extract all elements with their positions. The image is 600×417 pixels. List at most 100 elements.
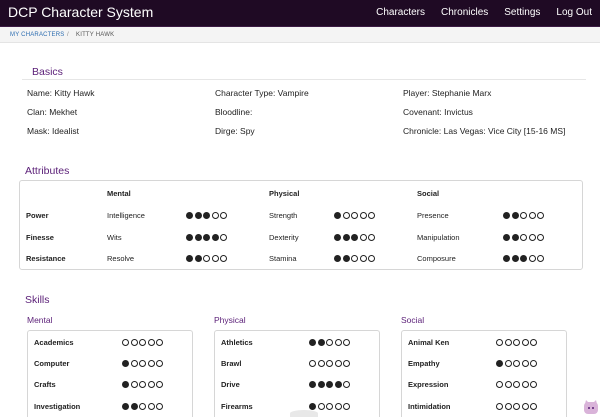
dot[interactable] <box>139 360 146 367</box>
dot[interactable] <box>496 403 503 410</box>
dot[interactable] <box>186 234 193 241</box>
dot[interactable] <box>343 381 350 388</box>
breadcrumb-my-characters[interactable]: MY CHARACTERS <box>10 32 65 38</box>
dot[interactable] <box>326 403 333 410</box>
dot[interactable] <box>496 360 503 367</box>
dot[interactable] <box>317 360 325 367</box>
dot[interactable] <box>513 360 520 367</box>
dot[interactable] <box>194 255 202 262</box>
dot[interactable] <box>359 255 367 262</box>
dot[interactable] <box>343 360 350 367</box>
attr-composure-dots[interactable] <box>503 255 544 262</box>
skill-athletics-dots[interactable] <box>309 339 350 346</box>
dot[interactable] <box>317 403 325 410</box>
dot[interactable] <box>122 381 129 388</box>
dot[interactable] <box>130 381 138 388</box>
dot[interactable] <box>504 403 512 410</box>
dot[interactable] <box>139 339 146 346</box>
dot[interactable] <box>496 339 503 346</box>
dot[interactable] <box>511 212 519 219</box>
dot[interactable] <box>511 255 519 262</box>
dot[interactable] <box>496 381 503 388</box>
dot[interactable] <box>351 234 358 241</box>
dot[interactable] <box>503 212 510 219</box>
dot[interactable] <box>504 381 512 388</box>
dot[interactable] <box>130 360 138 367</box>
skill-intimidation-dots[interactable] <box>496 403 537 410</box>
dot[interactable] <box>343 403 350 410</box>
dot[interactable] <box>537 255 544 262</box>
dot[interactable] <box>203 212 210 219</box>
skill-academics-dots[interactable] <box>122 339 163 346</box>
dot[interactable] <box>334 360 342 367</box>
dot[interactable] <box>130 403 138 410</box>
attr-resolve-dots[interactable] <box>186 255 227 262</box>
dot[interactable] <box>521 339 529 346</box>
dot[interactable] <box>156 403 163 410</box>
dot[interactable] <box>122 403 129 410</box>
skill-empathy-dots[interactable] <box>496 360 537 367</box>
attr-manipulation-dots[interactable] <box>503 234 544 241</box>
dot[interactable] <box>520 212 527 219</box>
dot[interactable] <box>211 212 219 219</box>
dot[interactable] <box>326 360 333 367</box>
dot[interactable] <box>351 255 358 262</box>
dot[interactable] <box>194 234 202 241</box>
dot[interactable] <box>351 212 358 219</box>
dot[interactable] <box>326 381 333 388</box>
dot[interactable] <box>147 403 155 410</box>
dot[interactable] <box>156 360 163 367</box>
dot[interactable] <box>342 212 350 219</box>
attr-dexterity-dots[interactable] <box>334 234 375 241</box>
dot[interactable] <box>513 381 520 388</box>
dot[interactable] <box>520 255 527 262</box>
dot[interactable] <box>343 339 350 346</box>
dot[interactable] <box>511 234 519 241</box>
dot[interactable] <box>521 360 529 367</box>
dot[interactable] <box>503 234 510 241</box>
dot[interactable] <box>186 212 193 219</box>
dot[interactable] <box>504 339 512 346</box>
dot[interactable] <box>334 403 342 410</box>
dot[interactable] <box>530 381 537 388</box>
dot[interactable] <box>309 403 316 410</box>
dot[interactable] <box>530 403 537 410</box>
dot[interactable] <box>530 360 537 367</box>
dot[interactable] <box>537 212 544 219</box>
dot[interactable] <box>368 255 375 262</box>
dot[interactable] <box>334 339 342 346</box>
dot[interactable] <box>359 234 367 241</box>
dot[interactable] <box>528 234 536 241</box>
dot[interactable] <box>334 255 341 262</box>
skill-firearms-dots[interactable] <box>309 403 350 410</box>
dot[interactable] <box>139 403 146 410</box>
nav-link-settings[interactable]: Settings <box>504 7 540 18</box>
skill-animal-ken-dots[interactable] <box>496 339 537 346</box>
dot[interactable] <box>513 339 520 346</box>
dot[interactable] <box>334 234 341 241</box>
attr-stamina-dots[interactable] <box>334 255 375 262</box>
nav-link-log-out[interactable]: Log Out <box>556 7 592 18</box>
skill-crafts-dots[interactable] <box>122 381 163 388</box>
dot[interactable] <box>520 234 527 241</box>
dot[interactable] <box>309 360 316 367</box>
dot[interactable] <box>147 339 155 346</box>
dot[interactable] <box>194 212 202 219</box>
dot[interactable] <box>147 381 155 388</box>
dot[interactable] <box>504 360 512 367</box>
skill-drive-dots[interactable] <box>309 381 350 388</box>
dot[interactable] <box>513 403 520 410</box>
dot[interactable] <box>503 255 510 262</box>
dot[interactable] <box>537 234 544 241</box>
skill-expression-dots[interactable] <box>496 381 537 388</box>
octocat-icon[interactable] <box>583 399 599 415</box>
dot[interactable] <box>220 212 227 219</box>
attr-intelligence-dots[interactable] <box>186 212 227 219</box>
skill-investigation-dots[interactable] <box>122 403 163 410</box>
attr-strength-dots[interactable] <box>334 212 375 219</box>
dot[interactable] <box>528 212 536 219</box>
dot[interactable] <box>309 381 316 388</box>
dot[interactable] <box>211 255 219 262</box>
dot[interactable] <box>334 212 341 219</box>
dot[interactable] <box>326 339 333 346</box>
